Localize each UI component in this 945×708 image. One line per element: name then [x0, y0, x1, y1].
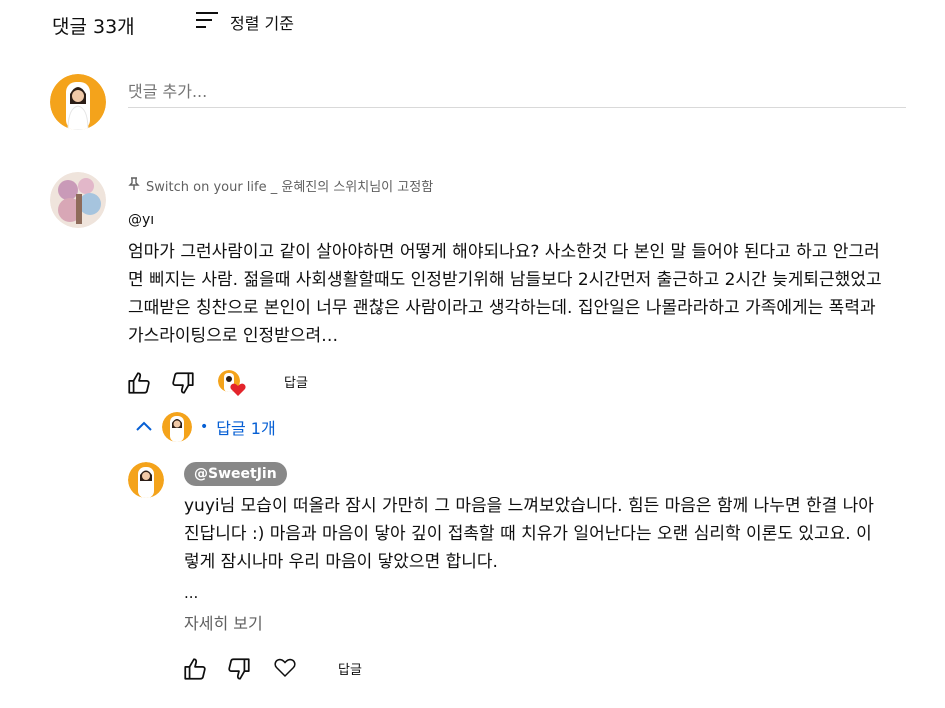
- dislike-button[interactable]: [170, 370, 196, 400]
- reply-dislike-button[interactable]: [226, 656, 252, 686]
- replies-toggle[interactable]: • 답글 1개: [134, 412, 276, 442]
- reply-button[interactable]: 답글: [284, 372, 308, 391]
- dislike-icon: [170, 370, 196, 400]
- commenter-avatar[interactable]: [50, 172, 106, 228]
- chevron-up-icon: [134, 418, 154, 437]
- reply-heart-button[interactable]: [274, 658, 296, 682]
- pin-icon: [128, 176, 140, 195]
- sort-icon: [194, 8, 220, 36]
- dislike-icon: [226, 656, 252, 686]
- reply-reply-button[interactable]: 답글: [338, 659, 362, 678]
- user-avatar: [50, 74, 106, 130]
- reply-author-badge[interactable]: @SweetJin: [184, 462, 287, 486]
- sort-button[interactable]: 정렬 기준: [194, 8, 294, 36]
- reply-author-avatar-small: [162, 412, 192, 442]
- reply-text: yuyi님 모습이 떠올라 잠시 가만히 그 마음을 느껴보았습니다. 힘든 마…: [184, 496, 874, 572]
- like-icon: [126, 370, 152, 400]
- creator-heart-icon: [230, 382, 246, 401]
- like-button[interactable]: [126, 370, 152, 400]
- read-more-button[interactable]: 자세히 보기: [184, 610, 263, 634]
- replies-count-label: 답글 1개: [216, 419, 276, 438]
- replies-dot: •: [200, 419, 209, 435]
- reply-author-avatar[interactable]: [128, 462, 164, 498]
- add-comment-input[interactable]: [128, 75, 906, 108]
- pinned-label: Switch on your life _ 윤혜진의 스위치님이 고정함: [128, 176, 433, 195]
- reply-ellipsis: ...: [184, 584, 199, 602]
- like-icon: [182, 656, 208, 686]
- comment-text: 엄마가 그런사람이고 같이 살아야하면 어떻게 해야되나요? 사소한것 다 본인…: [128, 242, 882, 346]
- pinned-text: Switch on your life _ 윤혜진의 스위치님이 고정함: [146, 180, 434, 195]
- reply-like-button[interactable]: [182, 656, 208, 686]
- comment-author[interactable]: @yı: [128, 212, 154, 228]
- creator-heart: [218, 370, 248, 400]
- sort-label: 정렬 기준: [230, 14, 294, 33]
- comment-count: 댓글 33개: [52, 16, 135, 38]
- heart-outline-icon: [274, 658, 296, 682]
